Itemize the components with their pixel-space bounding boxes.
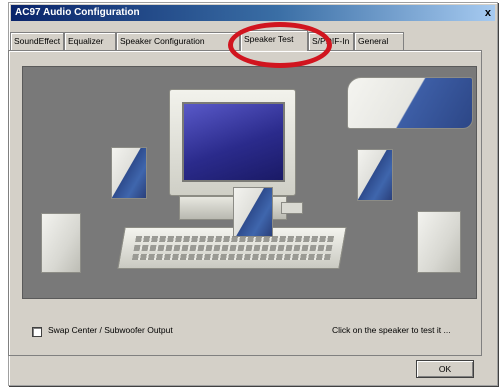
key-row [131,254,331,260]
keyboard-icon [117,227,347,269]
speaker-stage [22,66,477,299]
monitor-screen [182,102,285,182]
title-bar: AC97 Audio Configuration x [11,5,495,21]
close-icon[interactable]: x [485,5,491,21]
tab-speaker-configuration[interactable]: Speaker Configuration [116,32,240,50]
rear-right-speaker[interactable] [417,211,461,273]
tab-equalizer[interactable]: Equalizer [64,32,116,50]
front-left-speaker[interactable] [111,147,147,199]
test-hint-text: Click on the speaker to test it ... [332,325,451,335]
monitor-icon [169,89,296,196]
subwoofer-speaker[interactable] [347,77,473,129]
swap-center-subwoofer-label: Swap Center / Subwoofer Output [48,325,173,335]
key-row [133,245,333,251]
front-right-speaker[interactable] [357,149,393,201]
window-title: AC97 Audio Configuration [15,7,140,18]
tab-general[interactable]: General [354,32,404,50]
tab-sound-effect[interactable]: SoundEffect [10,32,64,50]
rear-left-speaker[interactable] [41,213,81,273]
swap-center-subwoofer-checkbox[interactable] [32,327,42,337]
center-speaker[interactable] [233,187,273,237]
ok-button[interactable]: OK [416,360,474,378]
drive-slot [281,202,303,214]
highlight-circle [228,22,332,68]
